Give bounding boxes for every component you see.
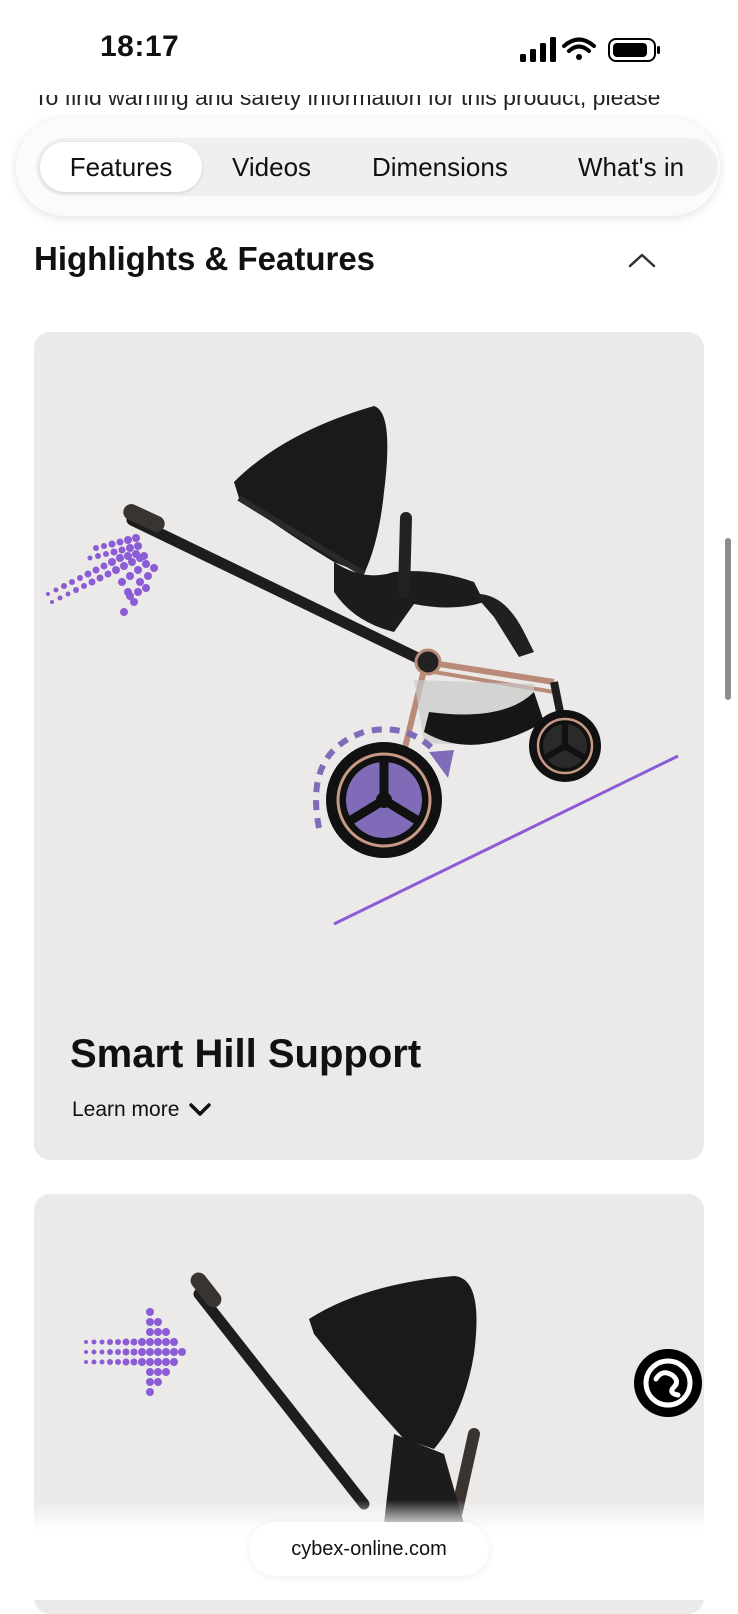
tab-features[interactable]: Features [40, 142, 202, 192]
dotted-arrow-icon [84, 1308, 186, 1396]
wifi-icon [562, 37, 596, 60]
tab-videos[interactable]: Videos [232, 142, 311, 192]
feature-card[interactable]: Smart Hill Support Learn more [34, 332, 704, 1160]
tab-dimensions[interactable]: Dimensions [372, 142, 508, 192]
scrollbar[interactable] [725, 538, 731, 700]
status-icons [520, 36, 670, 71]
section-title: Highlights & Features [34, 240, 376, 277]
cybex-logo-icon [643, 1358, 693, 1408]
chevron-down-icon[interactable] [188, 1102, 212, 1118]
learn-more-link[interactable]: Learn more [72, 1098, 179, 1122]
tab-whats-in[interactable]: What's in [578, 142, 684, 192]
stroller-hill-illustration [46, 406, 679, 926]
chevron-up-icon[interactable] [626, 250, 658, 270]
tabs-track: Features Videos Dimensions What's in [36, 138, 718, 196]
url-bar[interactable]: cybex-online.com [249, 1522, 489, 1576]
chat-button[interactable] [634, 1349, 702, 1417]
card-title: Smart Hill Support [70, 1032, 422, 1076]
dotted-arrow-icon [46, 534, 158, 616]
status-time: 18:17 [100, 30, 180, 63]
status-bar: 18:17 [0, 0, 738, 95]
section-tabs: Features Videos Dimensions What's in [16, 118, 720, 216]
signal-icon [520, 37, 556, 62]
battery-icon [608, 38, 660, 62]
